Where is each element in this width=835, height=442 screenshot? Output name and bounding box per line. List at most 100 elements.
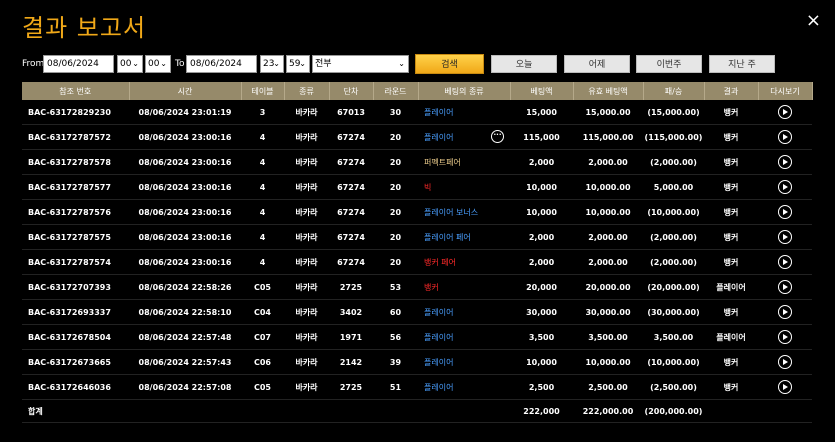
last-week-button[interactable]: 지난 주 xyxy=(709,55,775,73)
table-cell: 4 xyxy=(241,149,284,175)
bet-type-label: 플레이어 xyxy=(424,307,454,317)
empty-cell xyxy=(704,399,758,423)
ref-cell: BAC-63172829230 xyxy=(22,100,129,125)
more-options-icon[interactable]: ··· xyxy=(491,130,504,143)
from-min-value: 00 xyxy=(148,59,160,69)
ref-cell: BAC-63172787572 xyxy=(22,124,129,150)
replay-cell xyxy=(758,349,812,375)
bet-type-cell: 플레이어 xyxy=(418,374,510,400)
shoe-cell: 2725 xyxy=(329,274,373,300)
shoe-cell: 67274 xyxy=(329,174,373,200)
winloss-cell: (2,000.00) xyxy=(643,249,704,275)
time-cell: 08/06/2024 23:00:16 xyxy=(129,224,241,250)
shoe-cell: 67013 xyxy=(329,100,373,125)
this-week-button[interactable]: 이번주 xyxy=(636,55,702,73)
table-row: BAC-63172707393 08/06/2024 22:58:26 C05 바카라… xyxy=(22,274,812,300)
winloss-cell: 5,000.00 xyxy=(643,174,704,200)
kind-cell: 바카라 xyxy=(284,224,329,250)
ref-cell: BAC-63172787577 xyxy=(22,174,129,200)
chevron-down-icon: ⌄ xyxy=(132,59,139,68)
bet-type-label: 뱅커 페어 xyxy=(424,257,456,267)
play-icon[interactable] xyxy=(778,305,792,319)
table-cell: 3 xyxy=(241,100,284,125)
table-row: BAC-63172646036 08/06/2024 22:57:08 C05 바카라… xyxy=(22,374,812,400)
to-date-input[interactable]: 08/06/2024 xyxy=(186,55,257,73)
replay-cell xyxy=(758,249,812,275)
play-icon[interactable] xyxy=(778,180,792,194)
kind-cell: 바카라 xyxy=(284,274,329,300)
from-hour-select[interactable]: 00 ⌄ xyxy=(117,55,143,73)
replay-cell xyxy=(758,224,812,250)
winloss-cell: (10,000.00) xyxy=(643,199,704,225)
shoe-cell: 67274 xyxy=(329,224,373,250)
valid-amount-cell: 10,000.00 xyxy=(573,174,643,200)
play-icon[interactable] xyxy=(778,280,792,294)
valid-amount-cell: 10,000.00 xyxy=(573,199,643,225)
to-min-select[interactable]: 59 ⌄ xyxy=(286,55,310,73)
chevron-down-icon: ⌄ xyxy=(273,59,280,68)
table-row: BAC-63172787575 08/06/2024 23:00:16 4 바카라 67… xyxy=(22,224,812,250)
to-hour-select[interactable]: 23 ⌄ xyxy=(260,55,284,73)
ref-cell: BAC-63172787574 xyxy=(22,249,129,275)
valid-amount-cell: 2,000.00 xyxy=(573,149,643,175)
today-button[interactable]: 오늘 xyxy=(491,55,557,73)
chevron-down-icon: ⌄ xyxy=(398,59,405,68)
table-row: BAC-63172787574 08/06/2024 23:00:16 4 바카라 67… xyxy=(22,249,812,275)
result-cell: 뱅커 xyxy=(704,100,758,125)
table-cell: C05 xyxy=(241,274,284,300)
bet-type-cell: 플레이어 xyxy=(418,349,510,375)
bet-type-cell: 뱅커 페어 xyxy=(418,249,510,275)
col-bet-type: 베팅의 종류 xyxy=(418,82,511,100)
round-cell: 51 xyxy=(373,374,418,400)
amount-cell: 10,000 xyxy=(510,199,573,225)
search-button[interactable]: 검색 xyxy=(415,54,484,74)
bet-type-select[interactable]: 전부 ⌄ xyxy=(312,55,409,73)
replay-cell xyxy=(758,174,812,200)
amount-cell: 30,000 xyxy=(510,299,573,325)
replay-cell xyxy=(758,100,812,125)
table-cell: 4 xyxy=(241,199,284,225)
kind-cell: 바카라 xyxy=(284,174,329,200)
round-cell: 60 xyxy=(373,299,418,325)
result-cell: 플레이어 xyxy=(704,274,758,300)
col-kind: 종류 xyxy=(284,82,330,100)
bet-type-label: 빅 xyxy=(424,182,432,192)
table-row: BAC-63172829230 08/06/2024 23:01:19 3 바카라 67… xyxy=(22,100,812,125)
ref-cell: BAC-63172678504 xyxy=(22,324,129,350)
play-icon[interactable] xyxy=(778,330,792,344)
play-icon[interactable] xyxy=(778,155,792,169)
kind-cell: 바카라 xyxy=(284,100,329,125)
close-icon[interactable]: × xyxy=(806,10,821,31)
yesterday-button[interactable]: 어제 xyxy=(564,55,630,73)
winloss-cell: (2,000.00) xyxy=(643,149,704,175)
play-icon[interactable] xyxy=(778,205,792,219)
play-icon[interactable] xyxy=(778,355,792,369)
replay-cell xyxy=(758,274,812,300)
from-date-input[interactable]: 08/06/2024 xyxy=(43,55,114,73)
amount-cell: 2,500 xyxy=(510,374,573,400)
result-cell: 뱅커 xyxy=(704,199,758,225)
bet-type-cell: 플레이어 xyxy=(418,324,510,350)
valid-amount-cell: 2,000.00 xyxy=(573,249,643,275)
chevron-down-icon: ⌄ xyxy=(160,59,167,68)
bet-type-cell: 퍼펙트페어 xyxy=(418,149,510,175)
time-cell: 08/06/2024 22:57:43 xyxy=(129,349,241,375)
time-cell: 08/06/2024 23:01:19 xyxy=(129,100,241,125)
bet-type-label: 플레이어 페어 xyxy=(424,232,471,242)
winloss-cell: (20,000.00) xyxy=(643,274,704,300)
amount-cell: 3,500 xyxy=(510,324,573,350)
play-icon[interactable] xyxy=(778,230,792,244)
result-cell: 뱅커 xyxy=(704,249,758,275)
col-replay: 다시보기 xyxy=(758,82,813,100)
bet-type-cell: 플레이어 페어 xyxy=(418,224,510,250)
play-icon[interactable] xyxy=(778,380,792,394)
ref-cell: BAC-63172646036 xyxy=(22,374,129,400)
play-icon[interactable] xyxy=(778,105,792,119)
result-cell: 플레이어 xyxy=(704,324,758,350)
table-header-row: 참조 번호 시간 테이블 종류 단차 라운드 베팅의 종류 베팅액 유효 베팅액… xyxy=(22,82,813,100)
from-min-select[interactable]: 00 ⌄ xyxy=(145,55,171,73)
replay-cell xyxy=(758,124,812,150)
play-icon[interactable] xyxy=(778,255,792,269)
play-icon[interactable] xyxy=(778,130,792,144)
time-cell: 08/06/2024 23:00:16 xyxy=(129,249,241,275)
